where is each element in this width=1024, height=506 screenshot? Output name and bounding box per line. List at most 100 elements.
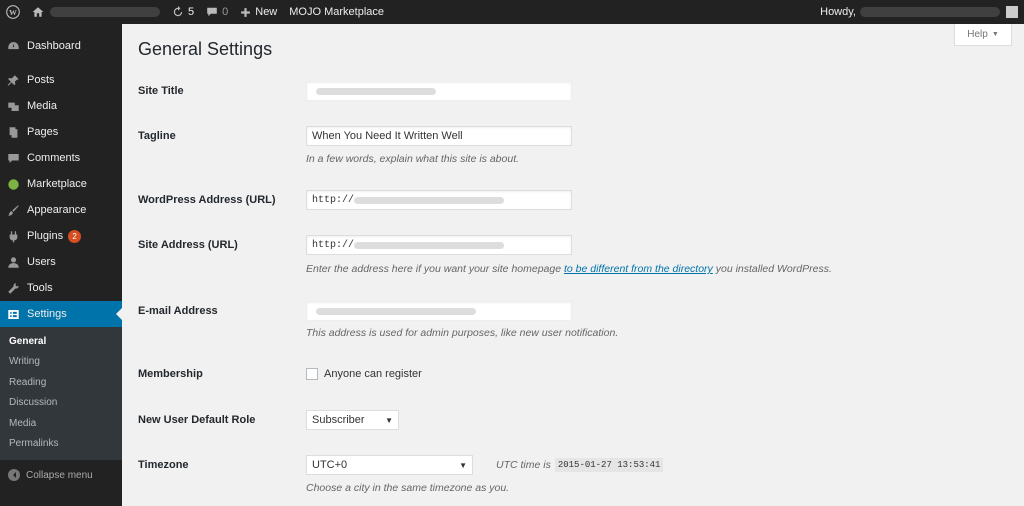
- new-content-link[interactable]: New: [234, 0, 283, 24]
- menu-label: Comments: [27, 152, 81, 164]
- menu-item-appearance[interactable]: Appearance: [0, 197, 122, 223]
- menu-item-comments[interactable]: Comments: [0, 145, 122, 171]
- menu-label: Pages: [27, 126, 59, 138]
- menu-label: Appearance: [27, 204, 87, 216]
- timezone-value: UTC+0: [312, 459, 348, 471]
- tagline-input[interactable]: When You Need It Written Well: [306, 126, 572, 146]
- wp-address-value: http://: [312, 194, 355, 206]
- dashboard-icon: [0, 40, 27, 53]
- menu-label: Settings: [27, 308, 67, 320]
- collapse-label: Collapse menu: [26, 469, 93, 481]
- new-label: New: [255, 6, 278, 18]
- timezone-select[interactable]: UTC+0 ▼: [306, 455, 473, 475]
- anyone-can-register-checkbox[interactable]: [306, 368, 318, 380]
- menu-item-users[interactable]: Users: [0, 249, 122, 275]
- help-label: Help: [967, 29, 988, 40]
- submenu-item-writing[interactable]: Writing: [0, 352, 122, 373]
- mojo-label: MOJO Marketplace: [289, 6, 385, 18]
- menu-label: Media: [27, 100, 57, 112]
- brush-icon: [0, 204, 27, 217]
- menu-item-dashboard[interactable]: Dashboard: [0, 33, 122, 59]
- site-name-redacted: [50, 7, 160, 17]
- site-address-desc-text: Enter the address here if you want your …: [306, 263, 564, 275]
- utc-time-display: UTC time is 2015-01-27 13:53:41: [496, 458, 664, 472]
- submenu-item-discussion[interactable]: Discussion: [0, 393, 122, 414]
- default-role-label: New User Default Role: [138, 414, 256, 426]
- submenu-item-reading[interactable]: Reading: [0, 372, 122, 393]
- site-address-input[interactable]: http://: [306, 235, 572, 255]
- comments-link[interactable]: 0: [200, 0, 234, 24]
- anyone-can-register-label[interactable]: Anyone can register: [324, 368, 422, 380]
- menu-label: Users: [27, 256, 56, 268]
- menu-item-marketplace[interactable]: Marketplace: [0, 171, 122, 197]
- refresh-icon: [173, 6, 183, 17]
- plugin-icon: [0, 230, 27, 243]
- submenu-item-permalinks[interactable]: Permalinks: [0, 434, 122, 455]
- main-content: Help ▼ General Settings Site Title Taglin…: [122, 24, 1024, 506]
- admin-bar: W 5 0 New MOJO Marketplace Howdy,: [0, 0, 1024, 24]
- email-description: This address is used for admin purposes,…: [306, 327, 619, 339]
- settings-submenu: General Writing Reading Discussion Media…: [0, 327, 122, 460]
- pages-icon: [0, 126, 27, 139]
- comment-icon: [207, 7, 217, 17]
- collapse-menu-button[interactable]: Collapse menu: [0, 460, 122, 490]
- menu-item-settings[interactable]: Settings: [0, 301, 122, 327]
- redacted-value: [354, 196, 505, 204]
- svg-text:W: W: [9, 8, 17, 17]
- redacted-value: [316, 87, 436, 95]
- chevron-down-icon: ▼: [991, 31, 999, 38]
- timezone-label: Timezone: [138, 459, 189, 471]
- menu-item-plugins[interactable]: Plugins 2: [0, 223, 122, 249]
- email-input[interactable]: [306, 301, 572, 321]
- site-address-description: Enter the address here if you want your …: [306, 263, 832, 275]
- tagline-description: In a few words, explain what this site i…: [306, 153, 520, 165]
- menu-item-posts[interactable]: Posts: [0, 67, 122, 93]
- menu-label: Tools: [27, 282, 53, 294]
- redacted-value: [354, 241, 505, 249]
- wp-address-label: WordPress Address (URL): [138, 194, 276, 206]
- menu-item-media[interactable]: Media: [0, 93, 122, 119]
- pin-icon: [0, 74, 27, 87]
- updates-count: 5: [188, 6, 195, 18]
- dropdown-caret-icon: ▼: [459, 460, 467, 470]
- menu-item-tools[interactable]: Tools: [0, 275, 122, 301]
- menu-label: Posts: [27, 74, 55, 86]
- admin-menu: Dashboard Posts Media Pages Comments Mar…: [0, 24, 122, 506]
- help-tab-button[interactable]: Help ▼: [954, 24, 1012, 46]
- menu-label: Dashboard: [27, 40, 81, 52]
- updates-link[interactable]: 5: [166, 0, 200, 24]
- wrench-icon: [0, 282, 27, 295]
- email-label: E-mail Address: [138, 305, 218, 317]
- mojo-marketplace-link[interactable]: MOJO Marketplace: [283, 0, 390, 24]
- different-directory-link[interactable]: to be different from the directory: [564, 263, 713, 275]
- submenu-item-media[interactable]: Media: [0, 413, 122, 434]
- user-icon: [0, 256, 27, 269]
- settings-icon: [0, 308, 27, 321]
- redacted-value: [316, 307, 476, 315]
- wp-address-input[interactable]: http://: [306, 190, 572, 210]
- page-title: General Settings: [138, 39, 273, 59]
- username-redacted: [860, 7, 1000, 17]
- utc-time-value: 2015-01-27 13:53:41: [554, 458, 664, 472]
- timezone-description: Choose a city in the same timezone as yo…: [306, 482, 510, 494]
- submenu-item-general[interactable]: General: [0, 331, 122, 352]
- site-address-value: http://: [312, 239, 355, 251]
- my-account[interactable]: Howdy,: [820, 6, 1024, 18]
- comments-count: 0: [222, 6, 229, 18]
- dropdown-caret-icon: ▼: [385, 415, 393, 425]
- tagline-label: Tagline: [138, 130, 176, 142]
- comment-icon: [0, 152, 27, 165]
- site-home-link[interactable]: [26, 0, 166, 24]
- plus-icon: [241, 7, 251, 17]
- site-title-label: Site Title: [138, 85, 184, 97]
- wordpress-logo-icon[interactable]: W: [0, 0, 26, 24]
- howdy-label: Howdy,: [820, 6, 856, 18]
- plugins-update-badge: 2: [68, 229, 82, 243]
- menu-label: Plugins: [27, 230, 64, 242]
- site-title-input[interactable]: [306, 81, 572, 101]
- tagline-value: When You Need It Written Well: [312, 130, 463, 142]
- avatar: [1006, 6, 1018, 18]
- menu-item-pages[interactable]: Pages: [0, 119, 122, 145]
- marketplace-icon: [0, 178, 27, 191]
- default-role-select[interactable]: Subscriber ▼: [306, 410, 399, 430]
